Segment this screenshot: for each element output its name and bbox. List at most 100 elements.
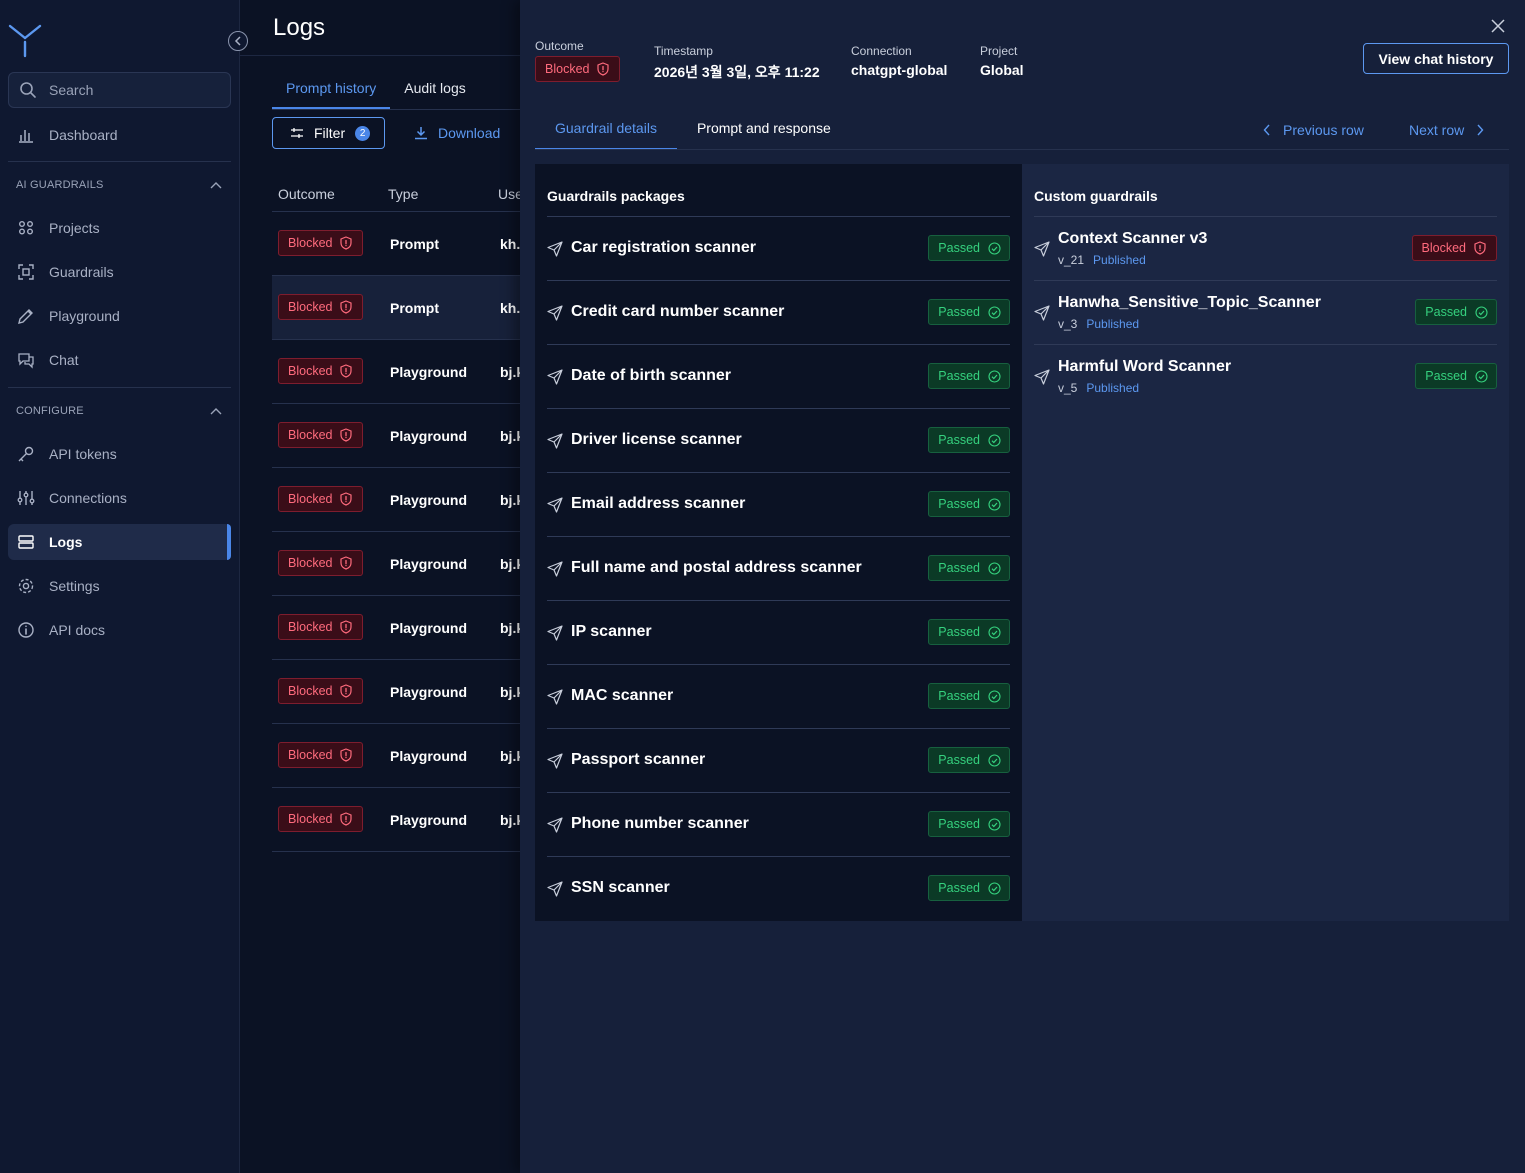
column-header-outcome[interactable]: Outcome	[278, 186, 335, 202]
table-row[interactable]: Blocked Playground bj.k	[272, 724, 520, 788]
table-row[interactable]: Blocked Playground bj.k	[272, 340, 520, 404]
package-row[interactable]: Phone number scanner Passed	[547, 793, 1010, 857]
tab-prompt-and-response[interactable]: Prompt and response	[677, 108, 851, 150]
send-icon	[547, 305, 563, 321]
status-label: Passed	[1425, 369, 1467, 383]
connection-value: chatgpt-global	[851, 62, 948, 78]
table-row[interactable]: Blocked Playground bj.k	[272, 532, 520, 596]
package-row[interactable]: SSN scanner Passed	[547, 857, 1010, 921]
status-label: Passed	[938, 625, 980, 639]
download-button[interactable]: Download	[414, 117, 500, 149]
status-badge-passed: Passed	[928, 747, 1010, 773]
shield-alert-icon	[340, 812, 353, 826]
row-type: Prompt	[390, 236, 439, 252]
custom-guardrail-row[interactable]: Harmful Word Scanner v_5 Published Passe…	[1034, 345, 1497, 409]
status-badge-blocked: Blocked	[278, 742, 364, 768]
sidebar-item-chat[interactable]: Chat	[8, 342, 231, 378]
chevron-right-icon	[1477, 124, 1484, 136]
view-chat-history-button[interactable]: View chat history	[1363, 43, 1509, 74]
sidebar-item-connections[interactable]: Connections	[8, 480, 231, 516]
row-type: Playground	[390, 364, 468, 380]
sidebar-item-api-docs[interactable]: API docs	[8, 612, 231, 648]
table-row[interactable]: Blocked Playground bj.k	[272, 660, 520, 724]
users-icon	[19, 221, 33, 235]
package-name: Phone number scanner	[571, 815, 749, 832]
sidebar-item-projects[interactable]: Projects	[8, 210, 231, 246]
row-type: Playground	[390, 812, 468, 828]
package-row[interactable]: Credit card number scanner Passed	[547, 281, 1010, 345]
package-row[interactable]: Full name and postal address scanner Pas…	[547, 537, 1010, 601]
app-logo[interactable]	[8, 22, 42, 58]
package-row[interactable]: Driver license scanner Passed	[547, 409, 1010, 473]
sidebar-item-label: Connections	[49, 490, 127, 506]
section-configure[interactable]: CONFIGURE	[16, 405, 222, 417]
table-row[interactable]: Blocked Playground bj.k	[272, 468, 520, 532]
package-row[interactable]: MAC scanner Passed	[547, 665, 1010, 729]
package-row[interactable]: IP scanner Passed	[547, 601, 1010, 665]
sidebar-item-playground[interactable]: Playground	[8, 298, 231, 334]
status-label: Blocked	[288, 620, 333, 634]
close-panel-button[interactable]	[1488, 16, 1508, 36]
package-name: MAC scanner	[571, 687, 674, 704]
table-row[interactable]: Blocked Playground bj.k	[272, 788, 520, 852]
send-icon	[547, 497, 563, 513]
package-name: Driver license scanner	[571, 431, 742, 448]
package-row[interactable]: Date of birth scanner Passed	[547, 345, 1010, 409]
shield-alert-icon	[340, 492, 353, 506]
send-icon	[1034, 369, 1050, 385]
connection-label: Connection	[851, 44, 912, 58]
status-badge-blocked: Blocked	[278, 294, 364, 320]
tab-prompt-history[interactable]: Prompt history	[272, 70, 391, 109]
download-icon	[415, 127, 427, 140]
row-user: bj.k	[500, 364, 520, 380]
send-icon	[1034, 241, 1050, 257]
package-row[interactable]: Passport scanner Passed	[547, 729, 1010, 793]
package-row[interactable]: Email address scanner Passed	[547, 473, 1010, 537]
status-label: Passed	[938, 689, 980, 703]
status-badge-blocked: Blocked	[278, 550, 364, 576]
package-name: SSN scanner	[571, 879, 670, 896]
table-row[interactable]: Blocked Playground bj.k	[272, 596, 520, 660]
filter-button[interactable]: Filter 2	[272, 117, 385, 149]
column-header-user[interactable]: Use	[498, 186, 520, 202]
previous-row-button[interactable]: Previous row	[1263, 122, 1364, 138]
check-circle-icon	[988, 305, 1001, 319]
guardrail-name: Context Scanner v3	[1058, 230, 1208, 247]
shield-alert-icon	[340, 556, 353, 570]
send-icon	[547, 561, 563, 577]
collapse-sidebar-button[interactable]	[228, 31, 248, 51]
next-row-button[interactable]: Next row	[1409, 122, 1484, 138]
sidebar-item-guardrails[interactable]: Guardrails	[8, 254, 231, 290]
custom-guardrail-row[interactable]: Hanwha_Sensitive_Topic_Scanner v_3 Publi…	[1034, 281, 1497, 345]
server-icon	[18, 535, 34, 549]
filter-count-badge: 2	[355, 125, 371, 141]
column-header-type[interactable]: Type	[388, 186, 418, 202]
row-user: bj.k	[500, 556, 520, 572]
status-label: Passed	[938, 241, 980, 255]
package-name: IP scanner	[571, 623, 652, 640]
search-input[interactable]: Search	[8, 72, 231, 108]
table-row[interactable]: Blocked Playground bj.k	[272, 404, 520, 468]
package-row[interactable]: Car registration scanner Passed	[547, 217, 1010, 281]
scan-frame-icon	[18, 264, 34, 280]
sidebar-item-label: API docs	[49, 622, 106, 638]
tab-audit-logs[interactable]: Audit logs	[390, 70, 479, 109]
package-name: Date of birth scanner	[571, 367, 732, 384]
sidebar-item-label: Playground	[49, 308, 120, 324]
status-badge-passed: Passed	[928, 555, 1010, 581]
detail-tabs: Guardrail details Prompt and response	[535, 108, 851, 150]
sidebar-item-dashboard[interactable]: Dashboard	[8, 117, 231, 153]
sidebar-item-api-tokens[interactable]: API tokens	[8, 436, 231, 472]
status-label: Blocked	[288, 812, 333, 826]
status-badge-passed: Passed	[928, 683, 1010, 709]
table-row[interactable]: Blocked Prompt kh.	[272, 212, 520, 276]
table-row[interactable]: Blocked Prompt kh.	[272, 276, 520, 340]
check-circle-icon	[1475, 305, 1488, 319]
custom-guardrail-row[interactable]: Context Scanner v3 v_21 Published Blocke…	[1034, 217, 1497, 281]
sidebar-item-logs[interactable]: Logs	[8, 524, 231, 560]
section-ai-guardrails[interactable]: AI GUARDRAILS	[16, 179, 222, 191]
tab-guardrail-details[interactable]: Guardrail details	[535, 108, 677, 150]
send-icon	[547, 881, 563, 897]
status-badge-blocked: Blocked	[278, 358, 364, 384]
sidebar-item-settings[interactable]: Settings	[8, 568, 231, 604]
